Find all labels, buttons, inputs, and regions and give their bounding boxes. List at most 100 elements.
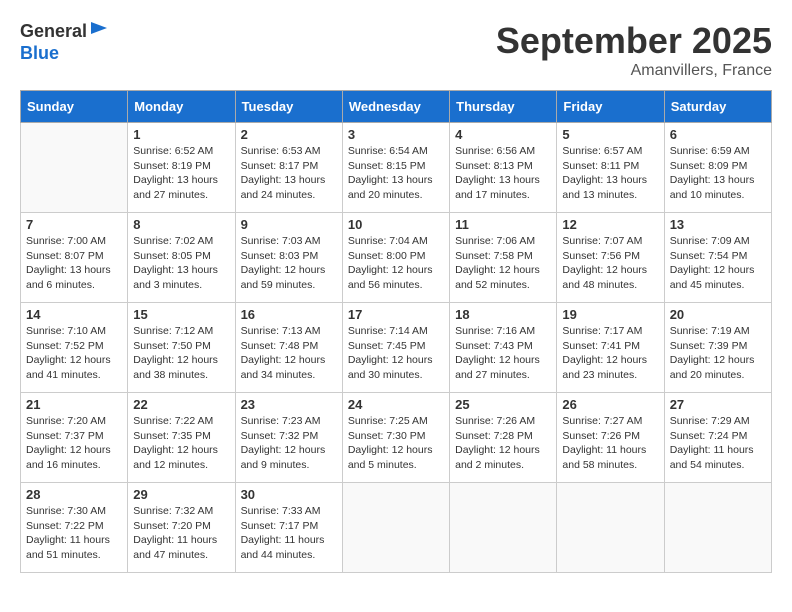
calendar-cell: 22 Sunrise: 7:22 AM Sunset: 7:35 PM Dayli… bbox=[128, 393, 235, 483]
day-number: 8 bbox=[133, 217, 229, 232]
day-number: 28 bbox=[26, 487, 122, 502]
day-number: 16 bbox=[241, 307, 337, 322]
calendar-cell: 25 Sunrise: 7:26 AM Sunset: 7:28 PM Dayli… bbox=[450, 393, 557, 483]
day-number: 13 bbox=[670, 217, 766, 232]
calendar-cell: 2Sunrise: 6:53 AM Sunset: 8:17 PM Daylig… bbox=[235, 123, 342, 213]
day-info: Sunrise: 7:19 AM Sunset: 7:39 PM Dayligh… bbox=[670, 324, 766, 383]
day-number: 12 bbox=[562, 217, 658, 232]
weekday-header-friday: Friday bbox=[557, 91, 664, 123]
calendar-cell: 30Sunrise: 7:33 AM Sunset: 7:17 PM Dayli… bbox=[235, 483, 342, 573]
day-info: Sunrise: 7:25 AM Sunset: 7:30 PM Dayligh… bbox=[348, 414, 444, 473]
day-number: 10 bbox=[348, 217, 444, 232]
day-info: Sunrise: 7:20 AM Sunset: 7:37 PM Dayligh… bbox=[26, 414, 122, 473]
calendar-cell: 26 Sunrise: 7:27 AM Sunset: 7:26 PM Dayli… bbox=[557, 393, 664, 483]
logo: General Blue bbox=[20, 20, 109, 64]
weekday-header-tuesday: Tuesday bbox=[235, 91, 342, 123]
day-number: 3 bbox=[348, 127, 444, 142]
calendar-cell: 7 Sunrise: 7:00 AM Sunset: 8:07 PM Daylig… bbox=[21, 213, 128, 303]
location: Amanvillers, France bbox=[496, 62, 772, 80]
day-info: Sunrise: 7:23 AM Sunset: 7:32 PM Dayligh… bbox=[241, 414, 337, 473]
calendar-table: SundayMondayTuesdayWednesdayThursdayFrid… bbox=[20, 90, 772, 573]
calendar-cell: 19Sunrise: 7:17 AM Sunset: 7:41 PM Dayli… bbox=[557, 303, 664, 393]
day-info: Sunrise: 7:32 AM Sunset: 7:20 PM Dayligh… bbox=[133, 504, 229, 563]
day-number: 7 bbox=[26, 217, 122, 232]
day-number: 21 bbox=[26, 397, 122, 412]
week-row-4: 21 Sunrise: 7:20 AM Sunset: 7:37 PM Dayli… bbox=[21, 393, 772, 483]
calendar-cell: 24Sunrise: 7:25 AM Sunset: 7:30 PM Dayli… bbox=[342, 393, 449, 483]
calendar-cell: 1Sunrise: 6:52 AM Sunset: 8:19 PM Daylig… bbox=[128, 123, 235, 213]
day-number: 5 bbox=[562, 127, 658, 142]
day-info: Sunrise: 7:07 AM Sunset: 7:56 PM Dayligh… bbox=[562, 234, 658, 293]
calendar-cell: 8Sunrise: 7:02 AM Sunset: 8:05 PM Daylig… bbox=[128, 213, 235, 303]
calendar-cell: 14 Sunrise: 7:10 AM Sunset: 7:52 PM Dayli… bbox=[21, 303, 128, 393]
day-number: 14 bbox=[26, 307, 122, 322]
day-number: 9 bbox=[241, 217, 337, 232]
day-number: 26 bbox=[562, 397, 658, 412]
day-info: Sunrise: 7:06 AM Sunset: 7:58 PM Dayligh… bbox=[455, 234, 551, 293]
calendar-cell: 16 Sunrise: 7:13 AM Sunset: 7:48 PM Dayli… bbox=[235, 303, 342, 393]
day-info: Sunrise: 7:12 AM Sunset: 7:50 PM Dayligh… bbox=[133, 324, 229, 383]
calendar-cell: 15 Sunrise: 7:12 AM Sunset: 7:50 PM Dayli… bbox=[128, 303, 235, 393]
day-info: Sunrise: 7:27 AM Sunset: 7:26 PM Dayligh… bbox=[562, 414, 658, 473]
day-info: Sunrise: 7:04 AM Sunset: 8:00 PM Dayligh… bbox=[348, 234, 444, 293]
logo-flag-icon bbox=[89, 20, 109, 44]
day-number: 23 bbox=[241, 397, 337, 412]
calendar-cell: 13 Sunrise: 7:09 AM Sunset: 7:54 PM Dayli… bbox=[664, 213, 771, 303]
month-title: September 2025 bbox=[496, 20, 772, 62]
day-info: Sunrise: 7:13 AM Sunset: 7:48 PM Dayligh… bbox=[241, 324, 337, 383]
calendar-cell: 9 Sunrise: 7:03 AM Sunset: 8:03 PM Daylig… bbox=[235, 213, 342, 303]
logo-text: General Blue bbox=[20, 20, 109, 64]
day-number: 25 bbox=[455, 397, 551, 412]
week-row-5: 28 Sunrise: 7:30 AM Sunset: 7:22 PM Dayli… bbox=[21, 483, 772, 573]
day-info: Sunrise: 7:30 AM Sunset: 7:22 PM Dayligh… bbox=[26, 504, 122, 563]
week-row-3: 14 Sunrise: 7:10 AM Sunset: 7:52 PM Dayli… bbox=[21, 303, 772, 393]
day-info: Sunrise: 6:57 AM Sunset: 8:11 PM Dayligh… bbox=[562, 144, 658, 203]
page-header: General Blue September 2025 Amanvillers,… bbox=[20, 20, 772, 80]
day-number: 27 bbox=[670, 397, 766, 412]
day-number: 20 bbox=[670, 307, 766, 322]
calendar-cell: 11Sunrise: 7:06 AM Sunset: 7:58 PM Dayli… bbox=[450, 213, 557, 303]
day-info: Sunrise: 7:22 AM Sunset: 7:35 PM Dayligh… bbox=[133, 414, 229, 473]
title-block: September 2025 Amanvillers, France bbox=[496, 20, 772, 80]
day-info: Sunrise: 6:52 AM Sunset: 8:19 PM Dayligh… bbox=[133, 144, 229, 203]
logo-blue: Blue bbox=[20, 44, 109, 64]
calendar-cell: 5 Sunrise: 6:57 AM Sunset: 8:11 PM Daylig… bbox=[557, 123, 664, 213]
calendar-cell: 18 Sunrise: 7:16 AM Sunset: 7:43 PM Dayli… bbox=[450, 303, 557, 393]
day-info: Sunrise: 6:54 AM Sunset: 8:15 PM Dayligh… bbox=[348, 144, 444, 203]
calendar-cell bbox=[557, 483, 664, 573]
weekday-header-sunday: Sunday bbox=[21, 91, 128, 123]
week-row-1: 1Sunrise: 6:52 AM Sunset: 8:19 PM Daylig… bbox=[21, 123, 772, 213]
day-number: 17 bbox=[348, 307, 444, 322]
logo-general: General bbox=[20, 22, 87, 42]
day-info: Sunrise: 7:16 AM Sunset: 7:43 PM Dayligh… bbox=[455, 324, 551, 383]
day-info: Sunrise: 7:26 AM Sunset: 7:28 PM Dayligh… bbox=[455, 414, 551, 473]
day-info: Sunrise: 7:29 AM Sunset: 7:24 PM Dayligh… bbox=[670, 414, 766, 473]
calendar-cell: 4Sunrise: 6:56 AM Sunset: 8:13 PM Daylig… bbox=[450, 123, 557, 213]
day-number: 30 bbox=[241, 487, 337, 502]
day-info: Sunrise: 6:56 AM Sunset: 8:13 PM Dayligh… bbox=[455, 144, 551, 203]
weekday-header-wednesday: Wednesday bbox=[342, 91, 449, 123]
day-number: 18 bbox=[455, 307, 551, 322]
day-info: Sunrise: 7:00 AM Sunset: 8:07 PM Dayligh… bbox=[26, 234, 122, 293]
week-row-2: 7 Sunrise: 7:00 AM Sunset: 8:07 PM Daylig… bbox=[21, 213, 772, 303]
day-info: Sunrise: 7:03 AM Sunset: 8:03 PM Dayligh… bbox=[241, 234, 337, 293]
calendar-cell: 6 Sunrise: 6:59 AM Sunset: 8:09 PM Daylig… bbox=[664, 123, 771, 213]
weekday-header-saturday: Saturday bbox=[664, 91, 771, 123]
day-number: 6 bbox=[670, 127, 766, 142]
calendar-cell bbox=[664, 483, 771, 573]
calendar-cell: 20 Sunrise: 7:19 AM Sunset: 7:39 PM Dayli… bbox=[664, 303, 771, 393]
calendar-cell: 17 Sunrise: 7:14 AM Sunset: 7:45 PM Dayli… bbox=[342, 303, 449, 393]
day-info: Sunrise: 7:10 AM Sunset: 7:52 PM Dayligh… bbox=[26, 324, 122, 383]
day-info: Sunrise: 6:59 AM Sunset: 8:09 PM Dayligh… bbox=[670, 144, 766, 203]
calendar-cell: 3 Sunrise: 6:54 AM Sunset: 8:15 PM Daylig… bbox=[342, 123, 449, 213]
calendar-cell bbox=[450, 483, 557, 573]
calendar-cell bbox=[21, 123, 128, 213]
day-info: Sunrise: 7:17 AM Sunset: 7:41 PM Dayligh… bbox=[562, 324, 658, 383]
day-info: Sunrise: 7:14 AM Sunset: 7:45 PM Dayligh… bbox=[348, 324, 444, 383]
day-info: Sunrise: 7:09 AM Sunset: 7:54 PM Dayligh… bbox=[670, 234, 766, 293]
calendar-cell: 28 Sunrise: 7:30 AM Sunset: 7:22 PM Dayli… bbox=[21, 483, 128, 573]
day-number: 15 bbox=[133, 307, 229, 322]
day-number: 2 bbox=[241, 127, 337, 142]
day-number: 29 bbox=[133, 487, 229, 502]
day-number: 22 bbox=[133, 397, 229, 412]
